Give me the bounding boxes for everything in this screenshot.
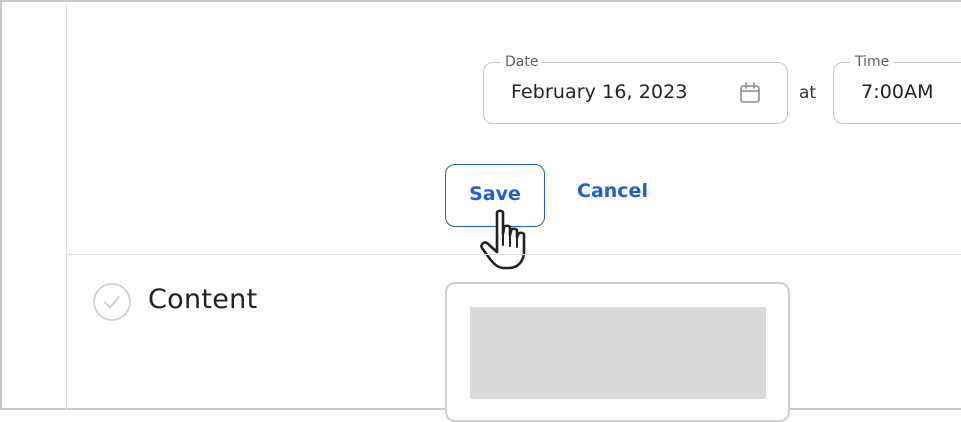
date-field-value[interactable]: February 16, 2023 [511, 81, 688, 103]
content-preview-card[interactable] [445, 282, 790, 422]
date-time-connector: at [799, 83, 817, 103]
left-gutter [4, 4, 67, 410]
image-placeholder [470, 307, 766, 399]
cancel-button[interactable]: Cancel [577, 180, 648, 202]
date-field-label: Date [500, 53, 544, 71]
time-field-label: Time [850, 53, 895, 71]
time-field-value[interactable]: 7:00AM [861, 81, 934, 103]
editor-panel: Date February 16, 2023 at Time 7:00AM Sa… [0, 0, 961, 422]
check-circle-icon [93, 283, 131, 321]
calendar-icon[interactable] [737, 80, 763, 106]
date-field[interactable]: Date February 16, 2023 [483, 53, 788, 124]
time-field[interactable]: Time 7:00AM [833, 53, 961, 124]
hand-pointer-icon [480, 209, 526, 270]
section-divider [66, 254, 961, 255]
content-section-title: Content [148, 284, 258, 315]
